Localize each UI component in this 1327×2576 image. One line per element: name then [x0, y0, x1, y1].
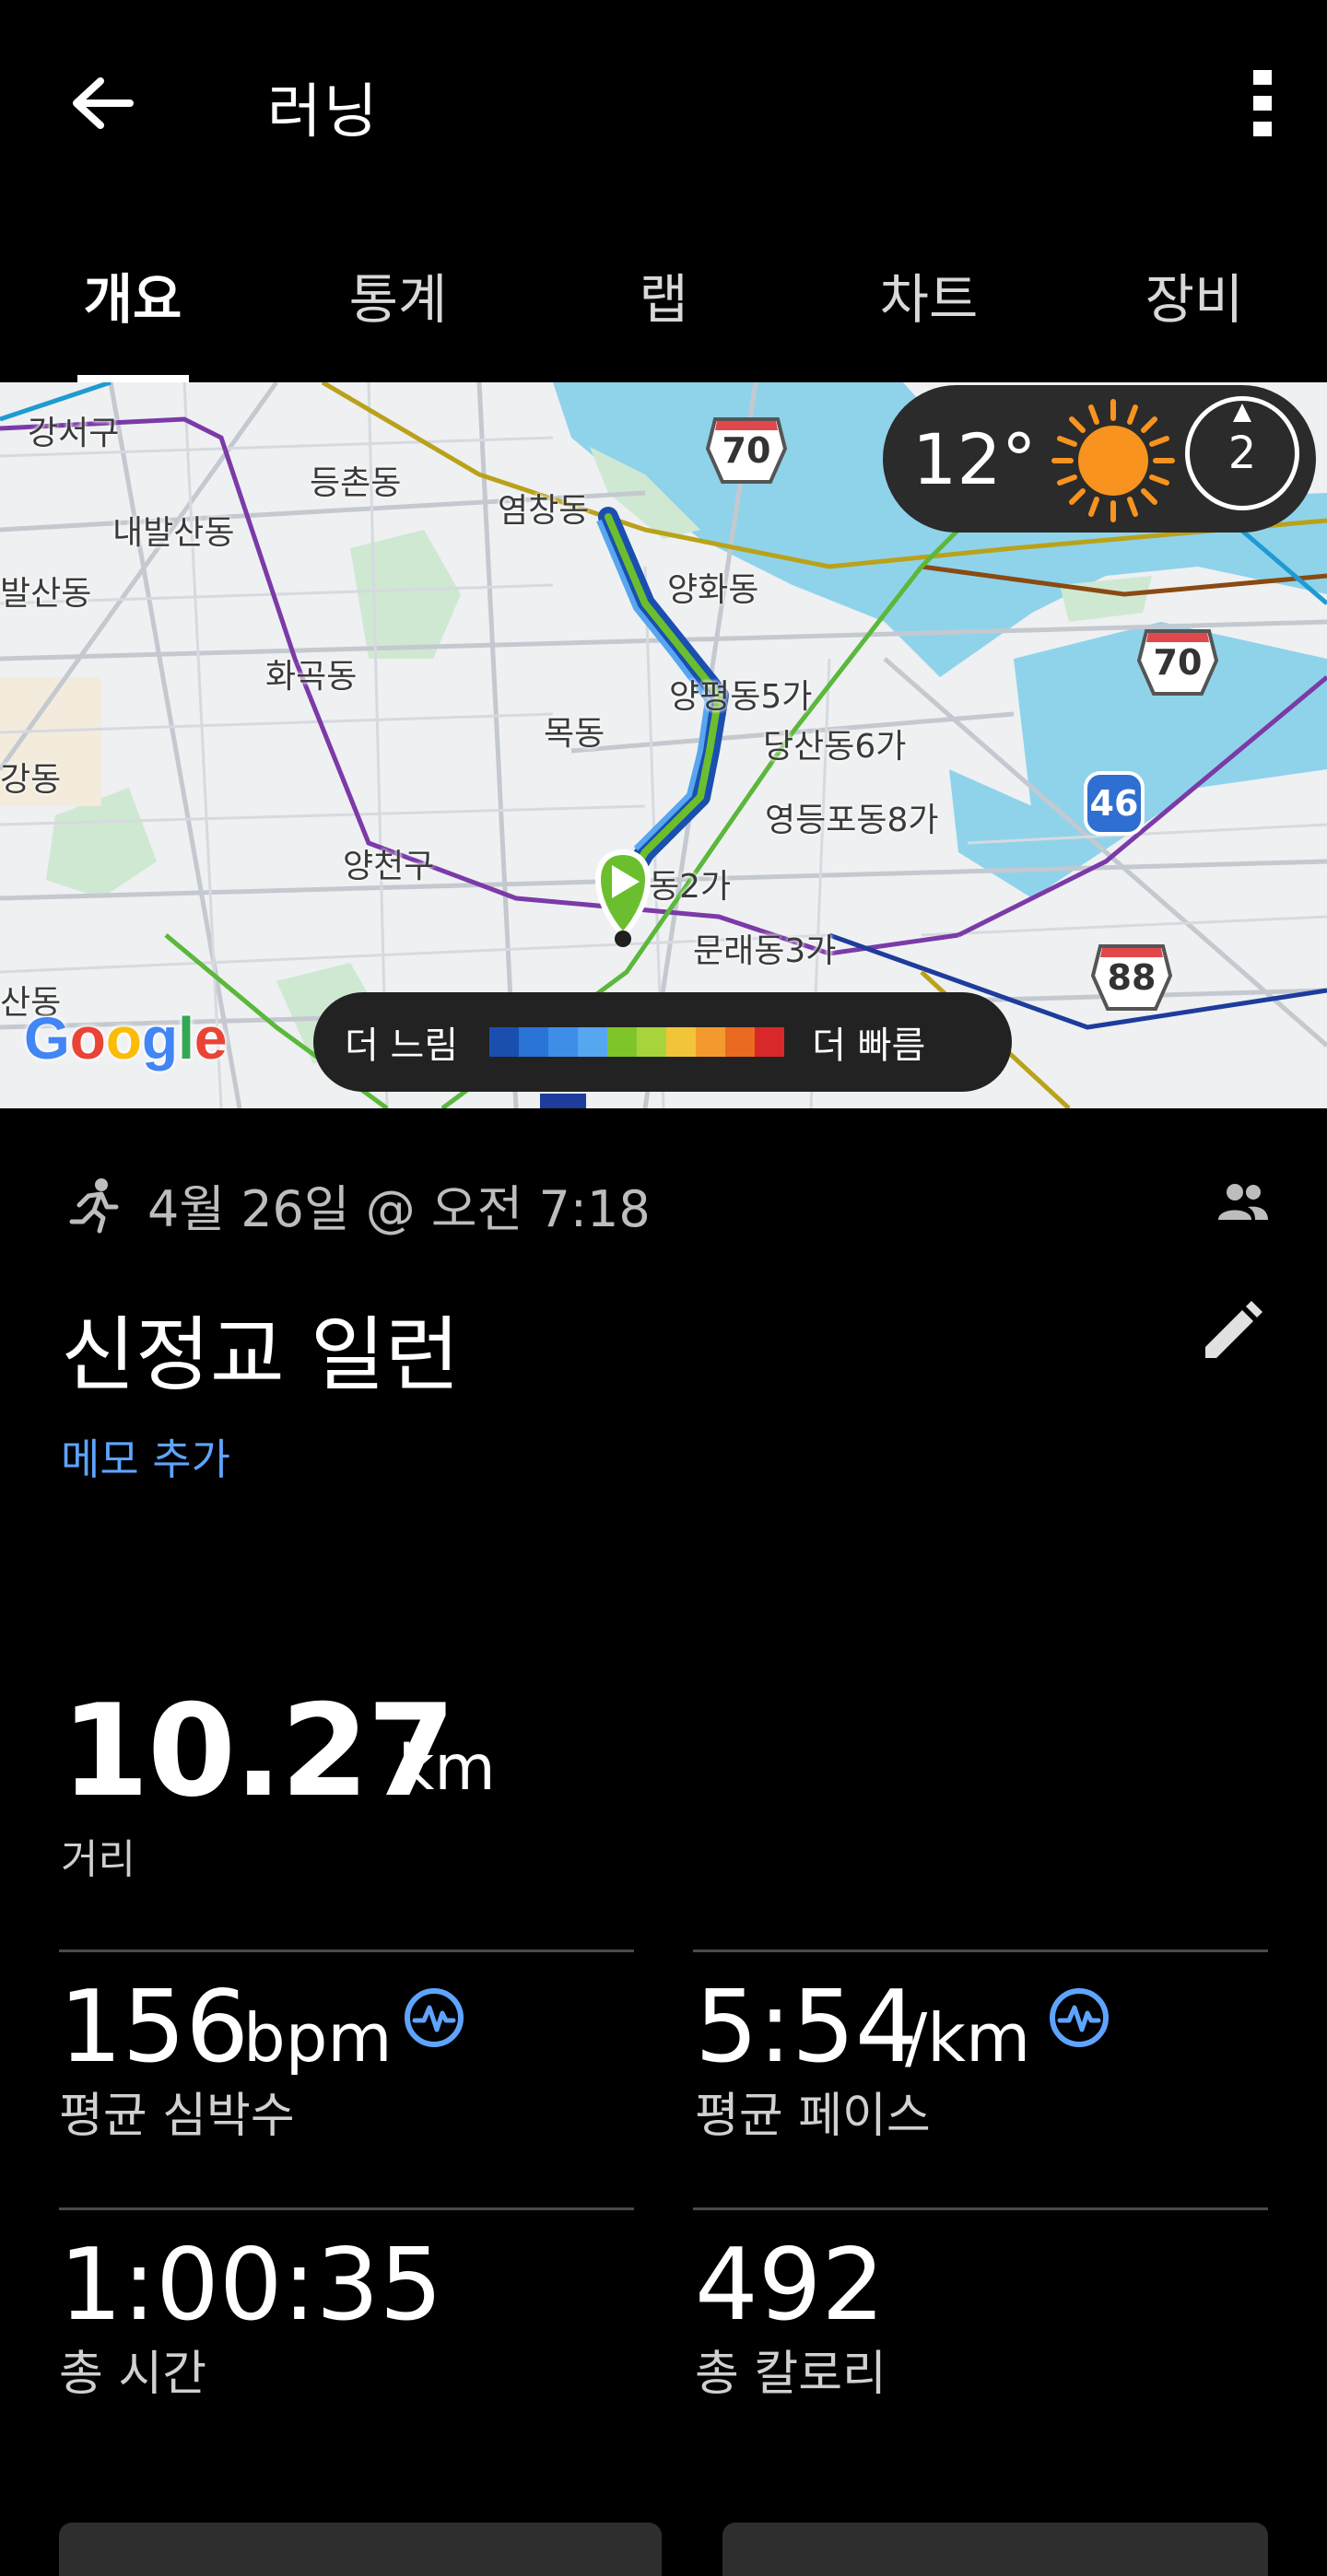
- route-number: 70: [722, 430, 771, 471]
- route-number: 70: [1153, 642, 1203, 683]
- divider: [59, 1950, 634, 1952]
- weather-badge: 12° 2: [883, 385, 1316, 533]
- legend-color-swatch: [519, 1027, 549, 1057]
- legend-color-swatch: [607, 1027, 638, 1057]
- tab-charts[interactable]: 차트: [796, 240, 1062, 382]
- legend-color-swatch: [489, 1027, 520, 1057]
- distance-unit: km: [398, 1732, 496, 1805]
- pace-zone-icon[interactable]: [1047, 1985, 1111, 2050]
- map-label: 양평동5가: [669, 678, 813, 716]
- pace-value: 5:54: [695, 1970, 919, 2085]
- bottom-action-button[interactable]: [722, 2523, 1268, 2576]
- distance-label: 거리: [61, 1836, 135, 1883]
- map-label: 내발산동: [112, 514, 235, 552]
- legend-color-swatch: [755, 1027, 785, 1057]
- tab-gear[interactable]: 장비: [1062, 240, 1327, 382]
- legend-color-swatch: [666, 1027, 697, 1057]
- map-label: 양천구: [343, 848, 435, 885]
- route-shield: 88: [1090, 939, 1173, 1013]
- tab-laps[interactable]: 랩: [531, 240, 796, 382]
- route-number: 88: [1107, 957, 1157, 998]
- pace-legend: 더 느림 더 빠름: [313, 992, 1012, 1092]
- total-time-value: 1:00:35: [59, 2228, 443, 2343]
- running-icon: [69, 1177, 119, 1233]
- tab-label: 랩: [639, 268, 688, 331]
- tab-stats[interactable]: 통계: [265, 240, 531, 382]
- map-label: 발산동: [0, 575, 92, 613]
- heart-rate-unit: bpm: [243, 1999, 393, 2077]
- wind-direction-icon: 2: [1185, 396, 1299, 510]
- page-title: 러닝: [267, 78, 380, 146]
- pace-unit: /km: [905, 1999, 1031, 2077]
- legend-color-swatch: [548, 1027, 579, 1057]
- more-options-icon[interactable]: [1226, 57, 1299, 149]
- divider: [693, 2207, 1268, 2210]
- legend-slow-label: 더 느림: [345, 1025, 459, 1067]
- legend-color-swatch: [725, 1027, 756, 1057]
- calories-label: 총 칼로리: [695, 2347, 887, 2402]
- pencil-icon[interactable]: [1194, 1295, 1268, 1369]
- route-shield: 70: [705, 412, 788, 486]
- map-label: 강서구: [28, 415, 120, 452]
- map-label: 영등포동8가: [765, 802, 939, 839]
- google-logo: Google: [24, 1005, 228, 1071]
- total-time-label: 총 시간: [59, 2347, 207, 2402]
- divider: [693, 1950, 1268, 1952]
- activity-meta: 4월 26일 @ 오전 7:18: [63, 1168, 651, 1241]
- map-label: 목동: [544, 715, 605, 753]
- map-label: 등촌동: [310, 464, 402, 502]
- map-label: 동2가: [649, 868, 732, 906]
- map-label: 양화동: [667, 571, 759, 609]
- distance-value: 10.27: [61, 1677, 456, 1825]
- tab-bar: 개요 통계 랩 차트 장비: [0, 240, 1327, 382]
- people-icon[interactable]: [1215, 1179, 1268, 1224]
- route-shield: 70: [1136, 624, 1219, 697]
- map-label: 문래동3가: [693, 932, 837, 970]
- tab-label: 차트: [879, 268, 979, 331]
- app-bar: 러닝: [0, 0, 1327, 207]
- legend-color-bar: [489, 1027, 785, 1057]
- map-label: 당산동6가: [763, 728, 907, 766]
- highway-shield: 46: [1084, 771, 1145, 836]
- activity-title: 신정교 일런: [61, 1307, 460, 1402]
- weather-temperature: 12°: [912, 417, 1037, 500]
- activity-date: 4월 26일 @ 오전 7:18: [147, 1180, 651, 1238]
- legend-color-swatch: [637, 1027, 667, 1057]
- heart-rate-value: 156: [59, 1970, 250, 2085]
- map-label: 염창동: [498, 492, 590, 530]
- tab-label: 개요: [83, 268, 182, 331]
- calories-value: 492: [695, 2228, 886, 2343]
- tab-label: 장비: [1145, 268, 1244, 331]
- sun-icon: [1051, 399, 1175, 522]
- bottom-action-button[interactable]: [59, 2523, 662, 2576]
- pace-label: 평균 페이스: [695, 2089, 931, 2144]
- back-arrow-icon[interactable]: [55, 57, 147, 149]
- legend-fast-label: 더 빠름: [812, 1025, 926, 1067]
- map-label: 강동: [0, 761, 62, 799]
- add-memo-link[interactable]: 메모 추가: [61, 1426, 230, 1487]
- legend-color-swatch: [578, 1027, 608, 1057]
- tab-label: 통계: [348, 268, 448, 331]
- heart-rate-label: 평균 심박수: [59, 2089, 295, 2144]
- divider: [59, 2207, 634, 2210]
- map-label: 화곡동: [265, 658, 358, 696]
- heart-rate-zone-icon[interactable]: [402, 1985, 466, 2050]
- legend-color-swatch: [696, 1027, 726, 1057]
- tab-overview[interactable]: 개요: [0, 240, 265, 382]
